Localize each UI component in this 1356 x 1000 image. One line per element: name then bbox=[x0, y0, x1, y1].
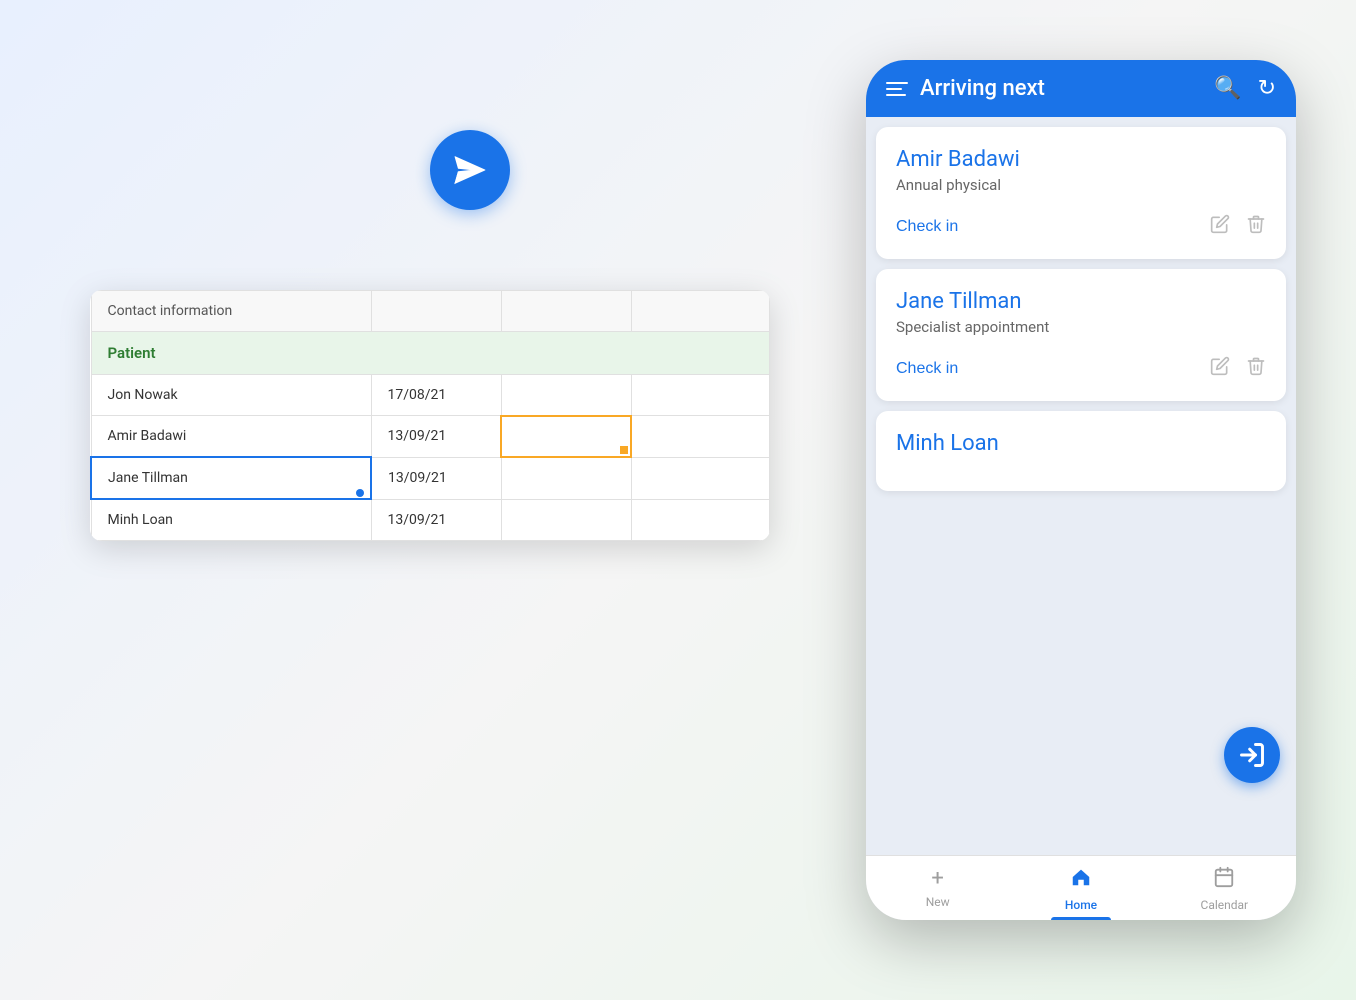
patient-date-cell: 13/09/21 bbox=[371, 499, 501, 541]
appointment-type-amir: Annual physical bbox=[896, 176, 1266, 194]
patient-table: Contact information Patient Jon Nowak 17… bbox=[90, 290, 770, 541]
app-logo bbox=[430, 130, 510, 210]
patient-name-cell: Jon Nowak bbox=[91, 375, 371, 416]
patient-selected-name-cell[interactable]: Jane Tillman bbox=[91, 457, 371, 499]
menu-icon[interactable] bbox=[886, 82, 908, 96]
col-header-4 bbox=[631, 291, 770, 332]
nav-label-home: Home bbox=[1065, 898, 1097, 912]
nav-item-calendar[interactable]: Calendar bbox=[1153, 856, 1296, 920]
nav-active-bar bbox=[1051, 917, 1111, 920]
calendar-icon bbox=[1213, 866, 1235, 894]
patient-highlighted-cell[interactable] bbox=[501, 416, 631, 458]
refresh-icon[interactable]: ↻ bbox=[1258, 76, 1276, 101]
bottom-nav: + New Home bbox=[866, 855, 1296, 920]
check-in-button-jane[interactable]: Check in bbox=[896, 360, 958, 378]
patient-extra-cell[interactable] bbox=[501, 375, 631, 416]
header-actions: 🔍 ↻ bbox=[1214, 76, 1276, 101]
patient-name-amir: Amir Badawi bbox=[896, 147, 1266, 172]
table-row[interactable]: Amir Badawi 13/09/21 bbox=[91, 416, 770, 458]
edit-icon-jane[interactable] bbox=[1210, 356, 1230, 381]
patient-name-cell: Amir Badawi bbox=[91, 416, 371, 458]
card-icons-jane bbox=[1210, 356, 1266, 381]
patient-card-minh: Minh Loan bbox=[876, 411, 1286, 491]
table-header-row: Contact information bbox=[91, 291, 770, 332]
fab-check-in-button[interactable] bbox=[1224, 727, 1280, 783]
new-icon: + bbox=[931, 866, 943, 891]
table-row[interactable]: Jon Nowak 17/08/21 bbox=[91, 375, 770, 416]
col-header-3 bbox=[501, 291, 631, 332]
edit-icon-amir[interactable] bbox=[1210, 214, 1230, 239]
card-actions-amir: Check in bbox=[896, 214, 1266, 239]
table-section-patient: Patient bbox=[91, 332, 770, 375]
delete-icon-jane[interactable] bbox=[1246, 356, 1266, 381]
phone-mockup: Arriving next 🔍 ↻ Amir Badawi Annual phy… bbox=[866, 60, 1296, 920]
card-icons-amir bbox=[1210, 214, 1266, 239]
patient-rest-cell[interactable] bbox=[631, 457, 770, 499]
patient-rest-cell[interactable] bbox=[631, 375, 770, 416]
fab-icon bbox=[1238, 741, 1266, 769]
app-header: Arriving next 🔍 ↻ bbox=[866, 60, 1296, 117]
appointment-type-jane: Specialist appointment bbox=[896, 318, 1266, 336]
section-label: Patient bbox=[91, 332, 770, 375]
card-actions-jane: Check in bbox=[896, 356, 1266, 381]
patient-card-jane: Jane Tillman Specialist appointment Chec… bbox=[876, 269, 1286, 401]
patient-date-cell: 17/08/21 bbox=[371, 375, 501, 416]
patient-name-cell: Minh Loan bbox=[91, 499, 371, 541]
patient-card-amir: Amir Badawi Annual physical Check in bbox=[876, 127, 1286, 259]
spreadsheet-panel: Contact information Patient Jon Nowak 17… bbox=[90, 290, 770, 541]
nav-label-new: New bbox=[926, 895, 950, 909]
patient-date-cell: 13/09/21 bbox=[371, 457, 501, 499]
paper-plane-icon bbox=[450, 150, 490, 190]
patient-name-jane: Jane Tillman bbox=[896, 289, 1266, 314]
col-header-2 bbox=[371, 291, 501, 332]
phone-frame: Arriving next 🔍 ↻ Amir Badawi Annual phy… bbox=[866, 60, 1296, 920]
check-in-button-amir[interactable]: Check in bbox=[896, 218, 958, 236]
home-icon bbox=[1070, 866, 1092, 894]
patient-extra-cell[interactable] bbox=[501, 499, 631, 541]
patient-rest-cell[interactable] bbox=[631, 416, 770, 458]
patient-rest-cell[interactable] bbox=[631, 499, 770, 541]
table-row-selected[interactable]: Jane Tillman 13/09/21 bbox=[91, 457, 770, 499]
nav-item-home[interactable]: Home bbox=[1009, 856, 1152, 920]
app-content: Amir Badawi Annual physical Check in bbox=[866, 117, 1296, 855]
nav-label-calendar: Calendar bbox=[1201, 898, 1249, 912]
nav-item-new[interactable]: + New bbox=[866, 856, 1009, 920]
delete-icon-amir[interactable] bbox=[1246, 214, 1266, 239]
patient-date-cell: 13/09/21 bbox=[371, 416, 501, 458]
search-icon[interactable]: 🔍 bbox=[1214, 76, 1241, 101]
patient-extra-cell[interactable] bbox=[501, 457, 631, 499]
app-title: Arriving next bbox=[920, 76, 1202, 101]
table-row[interactable]: Minh Loan 13/09/21 bbox=[91, 499, 770, 541]
patient-name-minh: Minh Loan bbox=[896, 431, 1266, 456]
col-contact-info: Contact information bbox=[91, 291, 371, 332]
